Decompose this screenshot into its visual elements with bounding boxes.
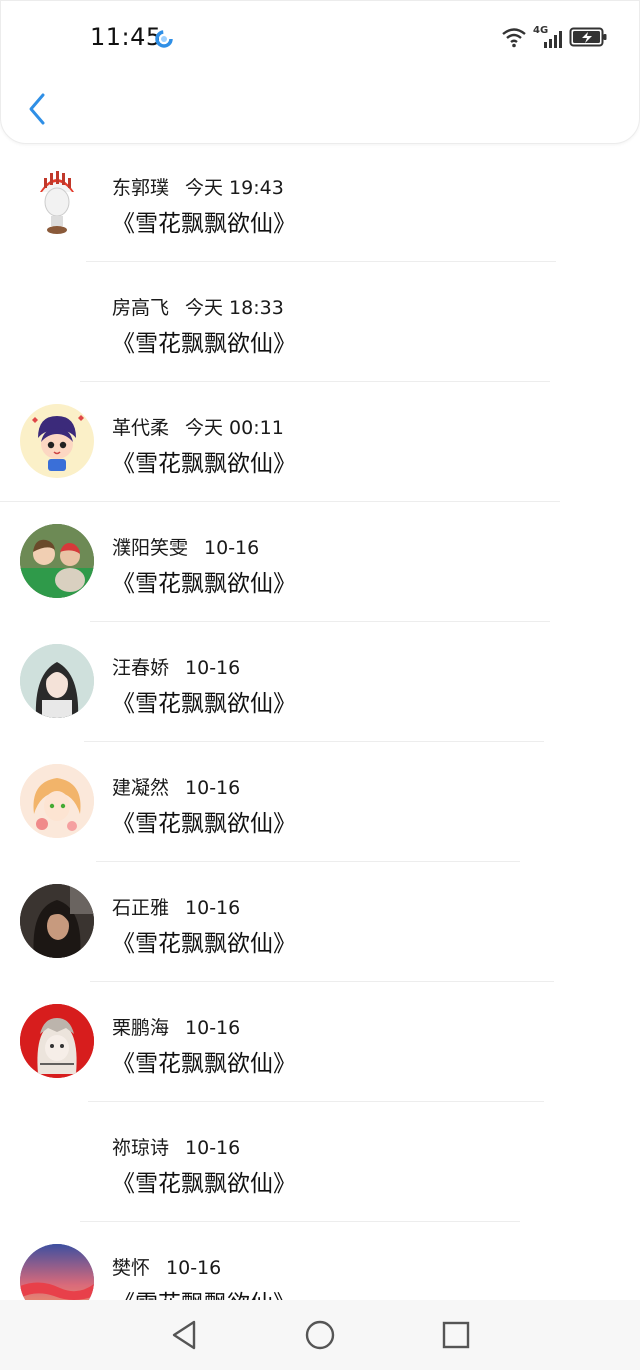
sender-name: 濮阳笑雯 bbox=[112, 537, 189, 559]
sender-line: 建凝然 10-16 bbox=[112, 773, 240, 800]
message-time: 10-16 bbox=[185, 777, 241, 799]
chevron-left-icon bbox=[29, 93, 45, 125]
home-circle-icon bbox=[305, 1320, 335, 1350]
list-item[interactable]: 濮阳笑雯 10-16 《雪花飘飘欲仙》 bbox=[0, 502, 640, 622]
girl-portrait-icon bbox=[20, 644, 94, 718]
dark-portrait-icon bbox=[20, 884, 94, 958]
message-title: 《雪花飘飘欲仙》 bbox=[112, 211, 296, 237]
message-title: 《雪花飘飘欲仙》 bbox=[112, 811, 296, 837]
cartoon-boy-icon bbox=[32, 415, 84, 471]
avatar bbox=[20, 1244, 94, 1300]
sender-name: 栗鹏海 bbox=[112, 1017, 170, 1039]
message-title: 《雪花飘飘欲仙》 bbox=[112, 571, 296, 597]
wifi-icon bbox=[502, 28, 526, 48]
list-item[interactable]: 栗鹏海 10-16 《雪花飘飘欲仙》 bbox=[0, 982, 640, 1102]
anime-girl-icon bbox=[20, 764, 94, 838]
message-title: 《雪花飘飘欲仙》 bbox=[112, 931, 296, 957]
sender-line: 濮阳笑雯 10-16 bbox=[112, 533, 259, 560]
sender-name: 祢琼诗 bbox=[112, 1137, 170, 1159]
avatar bbox=[20, 524, 94, 598]
list-item[interactable]: 汪春娇 10-16 《雪花飘飘欲仙》 bbox=[0, 622, 640, 742]
sender-line: 东郭璞 今天 19:43 bbox=[112, 173, 284, 200]
list-item[interactable]: 建凝然 10-16 《雪花飘飘欲仙》 bbox=[0, 742, 640, 862]
avatar bbox=[20, 164, 94, 238]
message-title: 《雪花飘飘欲仙》 bbox=[112, 1051, 296, 1077]
avatar bbox=[20, 884, 94, 958]
sender-line: 栗鹏海 10-16 bbox=[112, 1013, 240, 1040]
message-time: 10-16 bbox=[185, 1137, 241, 1159]
sender-line: 祢琼诗 10-16 bbox=[112, 1133, 240, 1160]
list-item[interactable]: 石正雅 10-16 《雪花飘飘欲仙》 bbox=[0, 862, 640, 982]
back-triangle-icon bbox=[172, 1320, 196, 1350]
nav-recents-button[interactable] bbox=[438, 1317, 474, 1353]
back-button[interactable] bbox=[19, 89, 55, 129]
avatar bbox=[20, 644, 94, 718]
list-item[interactable]: 房高飞 今天 18:33 《雪花飘飘欲仙》 bbox=[0, 262, 640, 382]
list-item[interactable]: 樊怀 10-16 《雪花飘飘欲仙》 bbox=[0, 1222, 640, 1300]
sender-name: 汪春娇 bbox=[112, 657, 170, 679]
avatar bbox=[20, 1004, 94, 1078]
message-title: 《雪花飘飘欲仙》 bbox=[112, 451, 296, 477]
sender-name: 建凝然 bbox=[112, 777, 170, 799]
sender-line: 革代柔 今天 00:11 bbox=[112, 413, 284, 440]
list-item[interactable]: 东郭璞 今天 19:43 《雪花飘飘欲仙》 bbox=[0, 142, 640, 262]
sender-line: 汪春娇 10-16 bbox=[112, 653, 240, 680]
message-list[interactable]: 东郭璞 今天 19:43 《雪花飘飘欲仙》 房高飞 今天 18:33 《雪花飘飘欲仙… bbox=[0, 142, 640, 1300]
message-time: 10-16 bbox=[185, 657, 241, 679]
nav-home-button[interactable] bbox=[302, 1317, 338, 1353]
list-item[interactable]: 祢琼诗 10-16 《雪花飘飘欲仙》 bbox=[0, 1102, 640, 1222]
message-time: 今天 18:33 bbox=[185, 297, 284, 319]
sender-line: 房高飞 今天 18:33 bbox=[112, 293, 284, 320]
sender-line: 樊怀 10-16 bbox=[112, 1253, 221, 1280]
sender-name: 石正雅 bbox=[112, 897, 170, 919]
message-time: 10-16 bbox=[166, 1257, 222, 1279]
status-time: 11:45 bbox=[90, 23, 162, 51]
screen: 11:45 4G 东郭璞 今天 19:43 《雪花飘飘欲仙》 房高飞 今天 18… bbox=[0, 0, 640, 1370]
message-time: 今天 00:11 bbox=[185, 417, 284, 439]
battery-charging-icon bbox=[569, 27, 607, 47]
activity-ring-icon bbox=[155, 30, 173, 48]
message-title: 《雪花飘飘欲仙》 bbox=[112, 1171, 296, 1197]
sender-name: 樊怀 bbox=[112, 1257, 151, 1279]
message-time: 10-16 bbox=[204, 537, 260, 559]
network-type: 4G bbox=[533, 25, 563, 49]
system-navbar bbox=[0, 1300, 640, 1370]
sender-line: 石正雅 10-16 bbox=[112, 893, 240, 920]
nav-back-button[interactable] bbox=[166, 1317, 202, 1353]
recents-square-icon bbox=[442, 1321, 470, 1349]
red-anime-icon bbox=[20, 1004, 94, 1078]
header: 11:45 4G bbox=[0, 0, 640, 144]
signal-icon bbox=[544, 31, 562, 48]
status-icons: 4G bbox=[501, 25, 609, 49]
sender-name: 房高飞 bbox=[112, 297, 170, 319]
couple-photo-icon bbox=[20, 524, 94, 598]
message-time: 10-16 bbox=[185, 897, 241, 919]
avatar bbox=[20, 764, 94, 838]
message-time: 今天 19:43 bbox=[185, 177, 284, 199]
sender-name: 革代柔 bbox=[112, 417, 170, 439]
sender-name: 东郭璞 bbox=[112, 177, 170, 199]
message-title: 《雪花飘飘欲仙》 bbox=[112, 331, 296, 357]
list-item[interactable]: 革代柔 今天 00:11 《雪花飘飘欲仙》 bbox=[0, 382, 640, 502]
chief-statue-icon bbox=[40, 171, 74, 234]
sunset-icon bbox=[20, 1244, 94, 1300]
message-title: 《雪花飘飘欲仙》 bbox=[112, 691, 296, 717]
message-time: 10-16 bbox=[185, 1017, 241, 1039]
avatar bbox=[20, 404, 94, 478]
message-title: 《雪花飘飘欲仙》 bbox=[112, 1284, 296, 1300]
